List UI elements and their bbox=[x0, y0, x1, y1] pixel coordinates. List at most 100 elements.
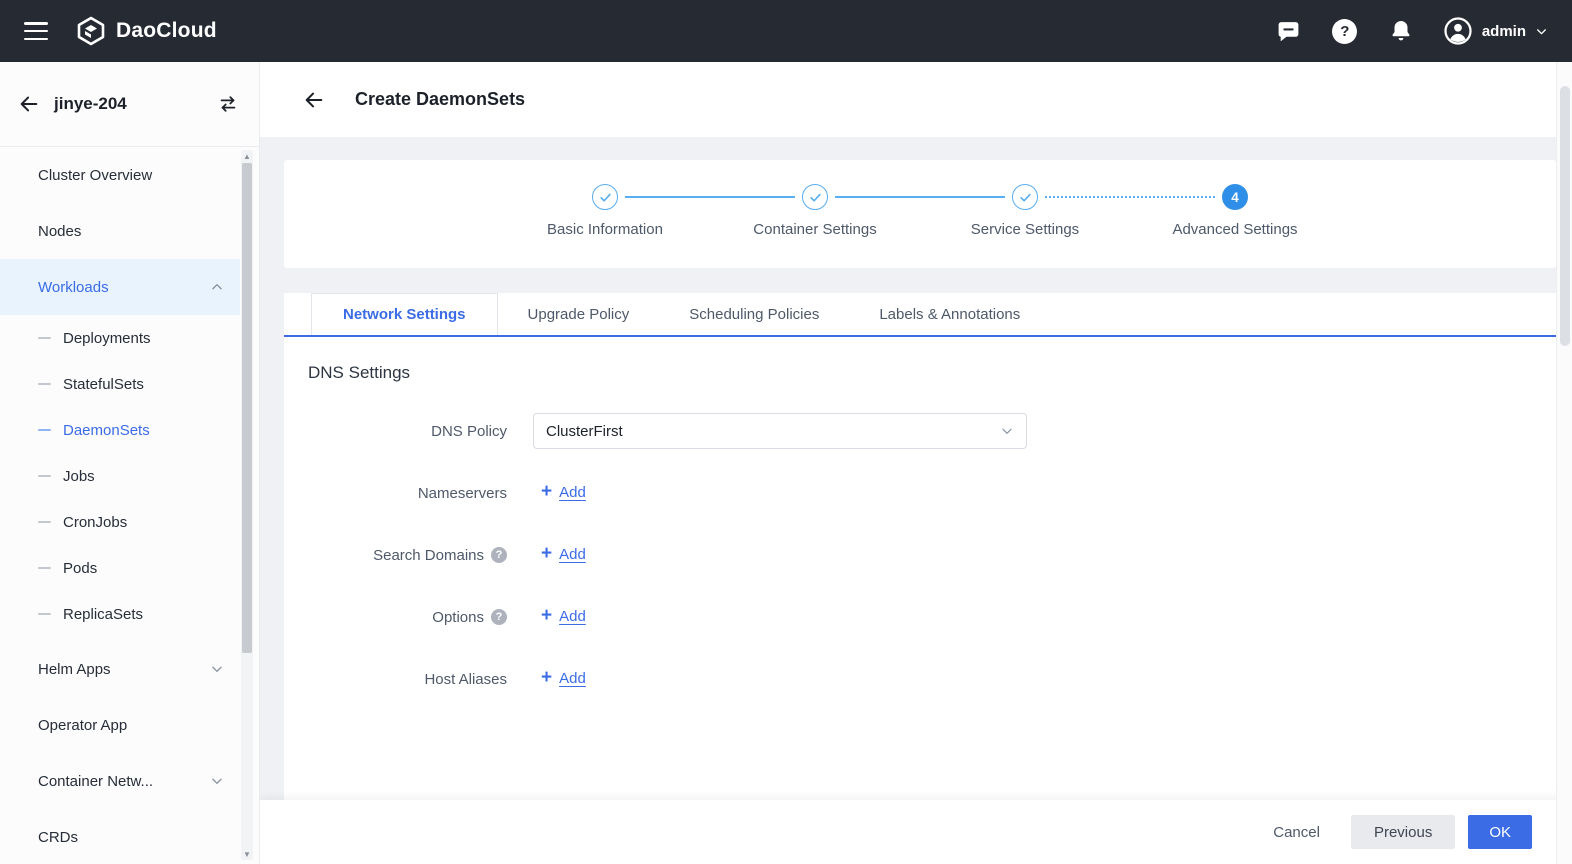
sidebar-item-statefulsets[interactable]: StatefulSets bbox=[0, 361, 240, 407]
sidebar-item-label: DaemonSets bbox=[63, 421, 150, 439]
sidebar-item-label: Workloads bbox=[38, 278, 109, 296]
ok-button[interactable]: OK bbox=[1468, 815, 1532, 849]
plus-icon: + bbox=[541, 481, 553, 502]
sidebar-item-label: CRDs bbox=[38, 828, 78, 846]
tab-labels-annotations[interactable]: Labels & Annotations bbox=[849, 293, 1050, 335]
sidebar-back-icon[interactable] bbox=[18, 93, 40, 115]
sidebar-item-label: Helm Apps bbox=[38, 660, 111, 678]
stepper: Basic Information Container Settings Ser… bbox=[284, 160, 1556, 268]
step-check-icon bbox=[592, 184, 618, 210]
add-label: Add bbox=[559, 546, 586, 563]
sidebar-item-helm-apps[interactable]: Helm Apps bbox=[0, 641, 240, 697]
tab-label: Scheduling Policies bbox=[689, 305, 820, 323]
previous-button[interactable]: Previous bbox=[1350, 815, 1456, 849]
brand-logo[interactable]: DaoCloud bbox=[76, 16, 217, 46]
settings-panel: Network Settings Upgrade Policy Scheduli… bbox=[284, 293, 1556, 800]
tab-label: Labels & Annotations bbox=[879, 305, 1021, 323]
user-name: admin bbox=[1481, 22, 1526, 40]
help-icon[interactable]: ? bbox=[1331, 17, 1359, 45]
tab-bar: Network Settings Upgrade Policy Scheduli… bbox=[284, 293, 1556, 337]
menu-icon[interactable] bbox=[24, 22, 48, 40]
topbar: DaoCloud ? admin bbox=[0, 0, 1572, 62]
tab-scheduling-policies[interactable]: Scheduling Policies bbox=[659, 293, 849, 335]
sidebar-item-nodes[interactable]: Nodes bbox=[0, 203, 240, 259]
stepper-card: Basic Information Container Settings Ser… bbox=[284, 160, 1556, 268]
notifications-icon[interactable] bbox=[1387, 17, 1415, 45]
options-add-button[interactable]: + Add bbox=[541, 606, 586, 625]
cancel-button[interactable]: Cancel bbox=[1273, 824, 1320, 841]
add-label: Add bbox=[559, 484, 586, 501]
avatar-icon bbox=[1443, 16, 1473, 46]
dash-icon bbox=[38, 567, 51, 569]
search-domains-add-button[interactable]: + Add bbox=[541, 543, 586, 564]
dns-policy-row: DNS Policy ClusterFirst bbox=[308, 413, 1556, 449]
search-domains-label: Search Domains ? bbox=[373, 547, 507, 564]
sidebar-item-cronjobs[interactable]: CronJobs bbox=[0, 499, 240, 545]
page-scrollbar-thumb[interactable] bbox=[1560, 86, 1570, 346]
sidebar-item-label: Container Netw... bbox=[38, 772, 154, 790]
dns-policy-select[interactable]: ClusterFirst bbox=[533, 413, 1027, 449]
sidebar-item-deployments[interactable]: Deployments bbox=[0, 315, 240, 361]
host-aliases-add-button[interactable]: + Add bbox=[541, 667, 586, 688]
options-help-icon[interactable]: ? bbox=[491, 609, 507, 625]
sidebar-item-jobs[interactable]: Jobs bbox=[0, 453, 240, 499]
nameservers-label: Nameservers bbox=[417, 484, 507, 502]
sidebar-item-operator-app[interactable]: Operator App bbox=[0, 697, 240, 753]
add-label: Add bbox=[559, 670, 586, 687]
options-row: Options ? + Add bbox=[308, 599, 1556, 635]
switch-cluster-icon[interactable] bbox=[217, 93, 239, 115]
dns-settings-form: DNS Settings DNS Policy ClusterFirst Nam… bbox=[284, 337, 1556, 697]
daocloud-logo-icon bbox=[76, 16, 106, 46]
chevron-down-icon bbox=[210, 774, 224, 788]
sidebar-item-cluster-overview[interactable]: Cluster Overview bbox=[0, 147, 240, 203]
page-back-icon[interactable] bbox=[303, 89, 325, 111]
sidebar-item-label: CronJobs bbox=[63, 513, 128, 531]
sidebar-item-container-network[interactable]: Container Netw... bbox=[0, 753, 240, 809]
page-header: Create DaemonSets bbox=[260, 62, 1572, 137]
sidebar-item-replicasets[interactable]: ReplicaSets bbox=[0, 591, 240, 637]
sidebar-item-workloads[interactable]: Workloads bbox=[0, 259, 240, 315]
host-aliases-row: Host Aliases + Add bbox=[308, 661, 1556, 697]
scroll-up-icon[interactable]: ▲ bbox=[241, 150, 253, 162]
nameservers-add-button[interactable]: + Add bbox=[541, 481, 586, 502]
chevron-down-icon bbox=[210, 662, 224, 676]
section-title: DNS Settings bbox=[308, 363, 411, 382]
step-label: Container Settings bbox=[753, 221, 877, 238]
page-scrollbar[interactable] bbox=[1556, 62, 1572, 864]
dash-icon bbox=[38, 429, 51, 431]
sidebar-nav: Cluster Overview Nodes Workloads Deploym… bbox=[0, 147, 240, 864]
sidebar-item-label: Deployments bbox=[63, 329, 151, 347]
search-domains-help-icon[interactable]: ? bbox=[491, 547, 507, 563]
sidebar-item-label: StatefulSets bbox=[63, 375, 144, 393]
dash-icon bbox=[38, 521, 51, 523]
user-menu[interactable]: admin bbox=[1443, 16, 1548, 46]
dash-icon bbox=[38, 337, 51, 339]
cluster-name: jinye-204 bbox=[54, 94, 127, 113]
dash-icon bbox=[38, 613, 51, 615]
step-check-icon bbox=[1012, 184, 1038, 210]
scroll-down-icon[interactable]: ▼ bbox=[241, 848, 253, 860]
footer-actions: Cancel Previous OK bbox=[260, 800, 1572, 864]
step-label: Advanced Settings bbox=[1172, 221, 1298, 238]
sidebar-item-pods[interactable]: Pods bbox=[0, 545, 240, 591]
chevron-down-icon bbox=[1535, 25, 1548, 38]
dash-icon bbox=[38, 475, 51, 477]
step-advanced-settings: 4 Advanced Settings bbox=[1045, 184, 1340, 268]
nameservers-row: Nameservers + Add bbox=[308, 475, 1556, 511]
plus-icon: + bbox=[541, 667, 553, 688]
tab-label: Network Settings bbox=[343, 306, 466, 323]
tab-upgrade-policy[interactable]: Upgrade Policy bbox=[498, 293, 660, 335]
sidebar-item-label: Operator App bbox=[38, 716, 128, 734]
sidebar-item-daemonsets[interactable]: DaemonSets bbox=[0, 407, 240, 453]
tab-network-settings[interactable]: Network Settings bbox=[311, 293, 498, 335]
plus-icon: + bbox=[541, 543, 553, 564]
messages-icon[interactable] bbox=[1275, 17, 1303, 45]
scrollbar-thumb[interactable] bbox=[242, 163, 252, 653]
search-domains-row: Search Domains ? + Add bbox=[308, 537, 1556, 573]
sidebar-item-label: Pods bbox=[63, 559, 98, 577]
sidebar-scrollbar[interactable]: ▲ ▼ bbox=[241, 150, 253, 860]
sidebar-item-label: ReplicaSets bbox=[63, 605, 144, 623]
sidebar-item-crds[interactable]: CRDs bbox=[0, 809, 240, 864]
step-check-icon bbox=[802, 184, 828, 210]
dns-policy-label: DNS Policy bbox=[431, 422, 507, 440]
